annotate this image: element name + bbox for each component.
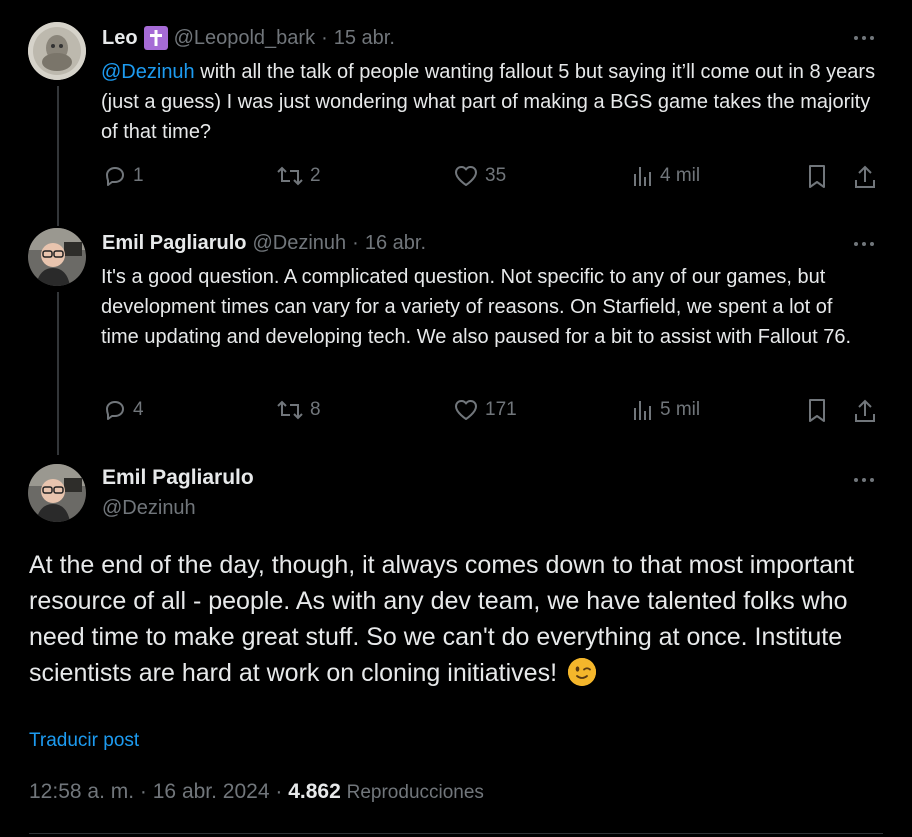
author-name[interactable]: Emil Pagliarulo — [102, 232, 246, 255]
repost-button[interactable]: 8 — [276, 398, 321, 422]
tweet-timestamp-footer: 12:58 a. m. · 16 abr. 2024 · 4.862 Repro… — [29, 780, 484, 804]
like-count: 171 — [485, 399, 517, 420]
share-icon — [855, 165, 875, 188]
views-count: 4 mil — [660, 165, 701, 186]
winking-face-emoji-icon — [567, 658, 596, 686]
views-chart-icon — [634, 401, 651, 420]
tweet-date[interactable]: 15 abr. — [334, 27, 395, 50]
tweet-1-header: Leo @Leopold_bark · 15 abr. — [102, 26, 395, 50]
avatar-emil[interactable] — [28, 228, 86, 286]
tweet-2-header: Emil Pagliarulo @Dezinuh · 16 abr. — [102, 232, 426, 255]
heart-icon — [455, 400, 477, 420]
tweet-body: with all the talk of people wanting fall… — [101, 61, 876, 143]
repost-button[interactable]: 2 — [276, 164, 321, 188]
reply-button[interactable]: 1 — [103, 164, 144, 188]
views-button[interactable]: 4 mil — [632, 164, 700, 188]
share-button[interactable] — [853, 398, 877, 424]
share-icon — [855, 399, 875, 422]
tweet-2-actions: 4 8 171 5 mil — [101, 398, 891, 428]
views-button[interactable]: 5 mil — [632, 398, 700, 422]
divider — [29, 833, 883, 834]
like-button[interactable]: 171 — [453, 398, 517, 422]
post-time[interactable]: 12:58 a. m. — [29, 780, 134, 803]
views-label: Reproducciones — [346, 782, 484, 803]
more-options-icon[interactable] — [850, 470, 878, 490]
views-chart-icon — [634, 167, 651, 186]
bookmark-icon — [809, 165, 825, 188]
reply-icon — [106, 167, 124, 186]
separator-dot: · — [321, 26, 328, 49]
share-button[interactable] — [853, 164, 877, 190]
thread-connector-line — [57, 86, 59, 226]
avatar-leo[interactable] — [28, 22, 86, 80]
views-number: 4.862 — [288, 780, 341, 803]
latin-cross-icon — [143, 26, 168, 50]
translate-post-link[interactable]: Traducir post — [29, 730, 139, 752]
repost-icon — [277, 400, 303, 420]
tweet-1-text: @Dezinuh with all the talk of people wan… — [101, 57, 891, 147]
main-author-name[interactable]: Emil Pagliarulo — [102, 466, 254, 490]
more-options-icon[interactable] — [850, 234, 878, 254]
mention-link[interactable]: @Dezinuh — [101, 61, 195, 83]
reply-count: 1 — [133, 165, 144, 186]
bookmark-icon — [809, 399, 825, 422]
like-button[interactable]: 35 — [453, 164, 506, 188]
tweet-date[interactable]: 16 abr. — [365, 232, 426, 255]
main-author-handle[interactable]: @Dezinuh — [102, 497, 196, 520]
bookmark-button[interactable] — [806, 164, 828, 190]
reply-icon — [106, 401, 124, 420]
repost-icon — [277, 166, 303, 186]
heart-icon — [455, 166, 477, 186]
reply-button[interactable]: 4 — [103, 398, 144, 422]
repost-count: 2 — [310, 165, 321, 186]
like-count: 35 — [485, 165, 507, 186]
separator-dot: · — [139, 780, 147, 803]
avatar-emil-main[interactable] — [28, 464, 86, 522]
views-count: 5 mil — [660, 399, 701, 420]
separator-dot: · — [352, 232, 359, 254]
thread-connector-line — [57, 292, 59, 455]
author-name[interactable]: Leo — [102, 27, 138, 50]
author-handle[interactable]: @Leopold_bark — [174, 27, 316, 50]
tweet-1-actions: 1 2 35 4 mil — [101, 164, 891, 194]
main-tweet-text: At the end of the day, though, it always… — [29, 547, 859, 691]
author-handle[interactable]: @Dezinuh — [252, 232, 346, 255]
tweet-2-text: It's a good question. A complicated ques… — [101, 266, 852, 348]
more-options-icon[interactable] — [850, 28, 878, 48]
separator-dot: · — [275, 780, 283, 803]
post-date[interactable]: 16 abr. 2024 — [153, 780, 270, 803]
main-tweet-body: At the end of the day, though, it always… — [29, 551, 854, 687]
bookmark-button[interactable] — [806, 398, 828, 424]
reply-count: 4 — [133, 399, 144, 420]
repost-count: 8 — [310, 399, 321, 420]
